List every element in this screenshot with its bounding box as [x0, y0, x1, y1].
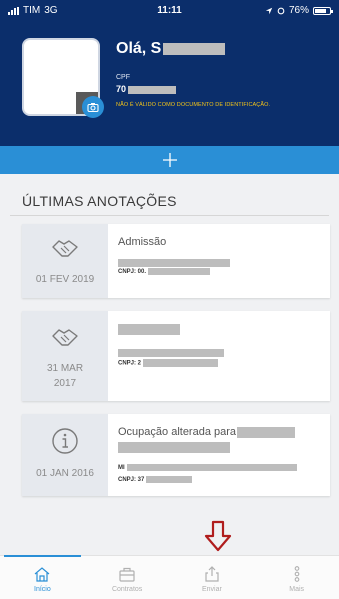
id-warning: NÃO É VÁLIDO COMO DOCUMENTO DE IDENTIFIC…: [116, 102, 271, 108]
handshake-icon: [52, 329, 78, 346]
cpf-label: CPF: [116, 74, 130, 81]
card-title-text: Ocupação alterada para: [118, 426, 237, 438]
card-date-line1: 31 MAR: [46, 363, 84, 374]
cpf-number: 70: [116, 84, 127, 94]
share-icon: [205, 566, 219, 582]
card-cnpj: CNPJ: 2: [118, 359, 219, 367]
annotation-card[interactable]: 31 MAR 2017 CNPJ: 2: [22, 311, 330, 401]
profile-header: Olá, S CPF 70 NÃO É VÁLIDO COMO DOCUMENT…: [0, 22, 339, 146]
card-date: 01 JAN 2016: [36, 468, 94, 479]
redacted-company: [118, 349, 224, 357]
tab-mais[interactable]: Mais: [254, 556, 339, 599]
card-body: Admissão CNPJ: 00.: [108, 224, 330, 298]
tab-inicio[interactable]: Início: [0, 555, 85, 599]
redacted-cpf: [128, 85, 177, 94]
card-title: Admissão: [118, 236, 167, 248]
card-cnpj: CNPJ: 00.: [118, 268, 211, 276]
redacted-cnpj: [148, 268, 211, 275]
greeting: Olá, S: [116, 40, 226, 58]
card-date-panel: 31 MAR 2017: [22, 311, 108, 401]
location-arrow-icon: [265, 7, 273, 14]
card-body: CNPJ: 2: [108, 311, 330, 401]
bottom-nav: Início Contratos Enviar Mais: [0, 555, 339, 599]
section-title: ÚLTIMAS ANOTAÇÕES: [22, 193, 177, 209]
card-date-line2: 2017: [53, 378, 77, 389]
briefcase-icon: [119, 567, 135, 582]
status-bar: TIM 3G 11:11 76%: [0, 0, 339, 22]
more-icon: [294, 566, 299, 582]
battery-icon: [313, 6, 333, 15]
alarm-icon: [277, 7, 285, 14]
redacted-name: [163, 42, 226, 55]
annotation-card[interactable]: 01 FEV 2019 Admissão CNPJ: 00.: [22, 224, 330, 298]
card-cnpj: CNPJ: 37: [118, 476, 193, 484]
redacted-company: [118, 259, 230, 267]
home-icon: [34, 567, 50, 582]
add-button[interactable]: [0, 146, 339, 174]
redacted-cnpj: [143, 359, 219, 367]
camera-icon: [87, 103, 99, 113]
cnpj-text: CNPJ: 2: [118, 360, 142, 367]
card-title: Ocupação alterada para: [118, 426, 296, 438]
tab-label: Mais: [289, 586, 305, 593]
greeting-text: Olá, S: [116, 40, 162, 57]
handshake-icon: [52, 240, 78, 257]
annotation-card[interactable]: 01 JAN 2016 Ocupação alterada para MI CN…: [22, 414, 330, 496]
camera-button[interactable]: [82, 96, 104, 118]
card-date-panel: 01 JAN 2016: [22, 414, 108, 496]
redacted-occupation: [237, 426, 296, 438]
plus-icon: [162, 153, 177, 167]
status-right: 76%: [265, 5, 333, 16]
cpf-value: 70: [116, 84, 177, 94]
info-icon: [52, 428, 78, 454]
tab-label: Contratos: [111, 586, 143, 593]
cnpj-text: CNPJ: 37: [118, 477, 145, 484]
tab-contratos[interactable]: Contratos: [85, 556, 170, 599]
arrow-down-icon: [204, 520, 232, 552]
redacted-occupation-line2: [118, 442, 230, 453]
redacted-mi: [126, 464, 297, 471]
cnpj-text: CNPJ: 00.: [118, 269, 147, 276]
tab-enviar[interactable]: Enviar: [170, 556, 255, 599]
redacted-title: [118, 324, 180, 335]
battery-percent: 76%: [288, 5, 309, 16]
tab-label: Enviar: [201, 586, 222, 593]
card-date: 01 FEV 2019: [35, 274, 95, 285]
mi-text: MI: [118, 465, 125, 472]
card-body: Ocupação alterada para MI CNPJ: 37: [108, 414, 330, 496]
section-divider: [10, 215, 329, 216]
tab-label: Início: [34, 586, 51, 593]
redacted-cnpj: [146, 476, 193, 483]
card-mi: MI: [118, 464, 297, 471]
card-date-panel: 01 FEV 2019: [22, 224, 108, 298]
